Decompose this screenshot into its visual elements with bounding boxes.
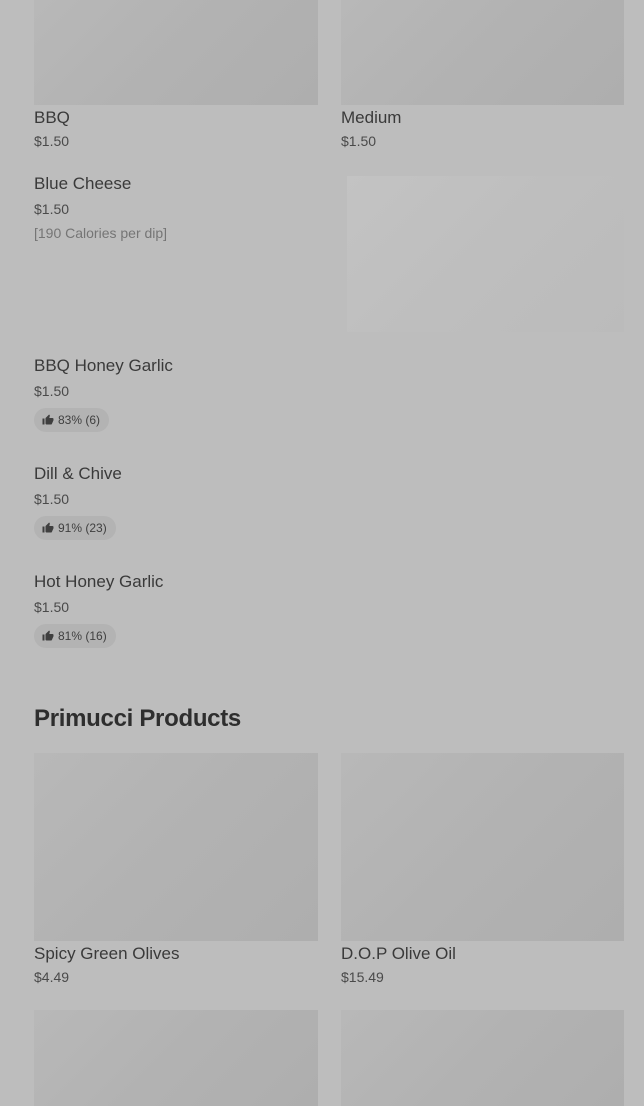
item-calories: [190 Calories per dip] [34, 225, 168, 241]
thumbs-up-icon [42, 630, 54, 641]
product-price-bbq: $1.50 [34, 133, 70, 149]
product-price-medium: $1.50 [341, 133, 377, 149]
item-price: $1.50 [34, 383, 70, 399]
product-name-bbq[interactable]: BBQ [34, 108, 70, 128]
item-name: Hot Honey Garlic [34, 572, 164, 591]
item-price: $1.50 [34, 491, 70, 507]
product-image-bbq[interactable] [34, 0, 318, 105]
product-price-spicy-green-olives: $4.49 [34, 969, 70, 985]
product-price-dop-olive-oil: $15.49 [341, 969, 384, 985]
product-name-medium[interactable]: Medium [341, 108, 401, 128]
rating-text: 83% (6) [58, 413, 101, 427]
rating-badge: 83% (6) [34, 408, 110, 432]
item-name: Dill & Chive [34, 464, 122, 483]
item-name: BBQ Honey Garlic [34, 356, 173, 375]
rating-text: 91% (23) [58, 521, 107, 535]
rating-badge: 91% (23) [34, 516, 116, 540]
thumbs-up-icon [42, 522, 54, 533]
rating-text: 81% (16) [58, 629, 107, 643]
product-name-dop-olive-oil[interactable]: D.O.P Olive Oil [341, 944, 456, 964]
product-name-spicy-green-olives[interactable]: Spicy Green Olives [34, 944, 180, 964]
product-image-spicy-green-olives[interactable] [34, 753, 318, 941]
item-price: $1.50 [34, 201, 70, 217]
rating-badge: 81% (16) [34, 624, 116, 648]
product-image-next-left[interactable] [34, 1010, 318, 1106]
thumbs-up-icon [42, 414, 54, 425]
product-image-next-right[interactable] [341, 1010, 624, 1106]
item-image-blue-cheese [347, 176, 624, 332]
product-image-medium[interactable] [341, 0, 624, 105]
section-title: Primucci Products [34, 705, 241, 732]
product-image-dop-olive-oil[interactable] [341, 753, 624, 941]
item-name: Blue Cheese [34, 174, 132, 193]
item-price: $1.50 [34, 599, 70, 615]
